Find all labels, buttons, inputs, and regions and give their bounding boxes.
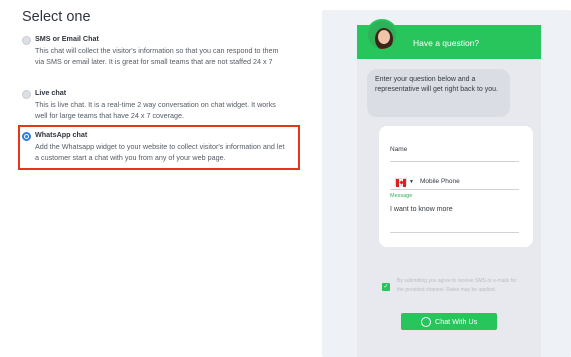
radio-whatsapp[interactable] xyxy=(22,132,31,141)
option-sms-email-chat[interactable]: SMS or Email Chat This chat will collect… xyxy=(22,34,300,82)
option-title: WhatsApp chat xyxy=(35,130,88,139)
name-field[interactable]: Name xyxy=(390,146,407,153)
option-title: SMS or Email Chat xyxy=(35,34,99,43)
button-label: Chat With Us xyxy=(435,317,478,326)
chevron-down-icon[interactable]: ▼ xyxy=(409,179,414,185)
greeting-bubble: Enter your question below and a represen… xyxy=(367,69,510,117)
divider xyxy=(390,161,519,162)
chat-widget-preview: Have a question? Enter your question bel… xyxy=(357,19,541,357)
radio-sms-email[interactable] xyxy=(22,36,31,45)
divider xyxy=(390,232,519,233)
message-field[interactable]: I want to know more xyxy=(390,206,453,213)
radio-live-chat[interactable] xyxy=(22,90,31,99)
chat-header: Have a question? xyxy=(357,19,541,59)
option-whatsapp-chat[interactable]: WhatsApp chat Add the Whatsapp widget to… xyxy=(22,130,300,166)
divider xyxy=(390,189,519,190)
option-title: Live chat xyxy=(35,88,67,97)
contact-form: Name ▼ Mobile Phone Message I want to kn… xyxy=(379,126,533,247)
page-title: Select one xyxy=(22,9,91,25)
message-label: Message xyxy=(390,193,413,199)
chat-header-title: Have a question? xyxy=(413,38,480,48)
canada-flag-icon[interactable] xyxy=(395,178,407,187)
consent-text: By submitting you agree to receive SMS o… xyxy=(397,278,517,293)
option-description: Add the Whatsapp widget to your website … xyxy=(35,142,285,162)
option-description: This chat will collect the visitor's inf… xyxy=(35,46,279,66)
whatsapp-icon xyxy=(421,317,431,327)
avatar-icon xyxy=(366,19,398,51)
chat-with-us-button[interactable]: Chat With Us xyxy=(401,313,497,330)
phone-field[interactable]: Mobile Phone xyxy=(420,178,460,185)
option-live-chat[interactable]: Live chat This is live chat. It is a rea… xyxy=(22,88,300,120)
checkbox-checked-icon[interactable]: ✓ xyxy=(382,283,390,291)
option-description: This is live chat. It is a real-time 2 w… xyxy=(35,100,276,120)
